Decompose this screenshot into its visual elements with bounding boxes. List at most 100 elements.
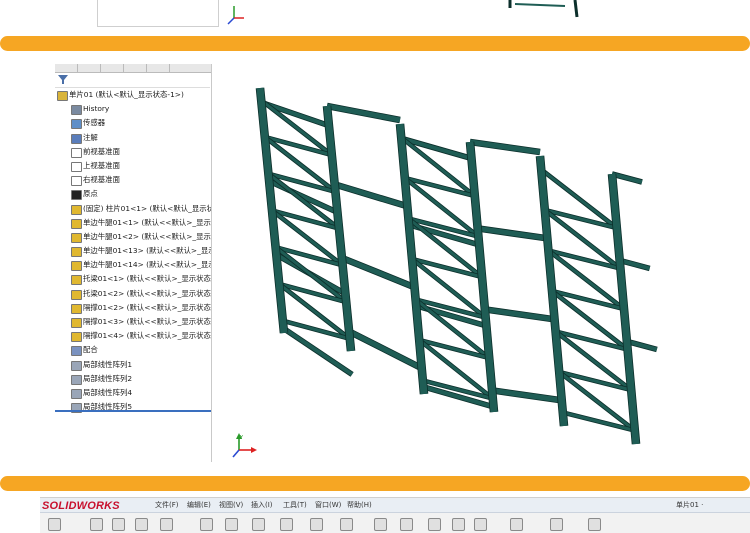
menu-help[interactable]: 帮助(H) [347,498,372,512]
panel-tab-bar [55,64,211,73]
tree-item[interactable]: 传感器 [55,116,211,130]
tree-item[interactable]: ▶局部线性阵列4 [55,386,211,400]
beam[interactable] [484,306,556,322]
beam[interactable] [469,139,541,155]
menu-window[interactable]: 窗口(W) [315,498,341,512]
pattern-icon [71,360,82,371]
component-icon [71,303,82,314]
display-tab[interactable] [147,64,170,72]
mate-icon [71,346,82,357]
menu-bar: SOLIDWORKS 文件(F) 编辑(E) 视图(V) 插入(I) 工具(T)… [40,498,750,513]
toolbar-command-icon[interactable] [90,518,103,531]
toolbar-command-icon[interactable] [310,518,323,531]
toolbar-command-icon[interactable] [48,518,61,531]
property-manager-tab[interactable] [78,64,101,72]
tree-item[interactable]: ▶注解 [55,131,211,145]
toolbar-command-icon[interactable] [400,518,413,531]
beam[interactable] [491,387,563,403]
tree-item[interactable]: ▶局部线性阵列2 [55,372,211,386]
shelving-rack-model[interactable] [215,64,708,462]
tree-item-label: 局部线性阵列4 [83,387,133,397]
toolbar-command-icon[interactable] [135,518,148,531]
tree-item[interactable]: 原点 [55,187,211,201]
plane-icon [71,147,82,158]
toolbar-command-icon[interactable] [510,518,523,531]
toolbar-command-icon[interactable] [280,518,293,531]
menu-file[interactable]: 文件(F) [155,498,179,512]
component-icon [71,247,82,258]
menu-tools[interactable]: 工具(T) [283,498,307,512]
tree-item[interactable]: ▶隔撑01<3> (默认<<默认>_显示状态 [55,315,211,329]
menu-view[interactable]: 视图(V) [219,498,243,512]
component-icon [71,218,82,229]
tree-item[interactable]: 前视基准面 [55,145,211,159]
dimxpert-tab[interactable] [124,64,147,72]
toolbar-command-icon[interactable] [160,518,173,531]
toolbar-command-icon[interactable] [340,518,353,531]
tree-filter-bar[interactable] [55,73,210,88]
beam[interactable] [326,103,401,123]
tree-item-label: 传感器 [83,118,106,128]
menu-edit[interactable]: 编辑(E) [187,498,211,512]
tree-item[interactable]: ▶托梁01<1> (默认<<默认>_显示状态 [55,272,211,286]
command-toolbar: SOLIDWORKS 文件(F) 编辑(E) 视图(V) 插入(I) 工具(T)… [40,497,750,533]
part-icon [57,91,68,101]
tree-item[interactable]: ▶单边牛腿01<1> (默认<<默认>_显示状 [55,216,211,230]
tree-item[interactable]: ▶单边牛腿01<2> (默认<<默认>_显示状 [55,230,211,244]
toolbar-command-icon[interactable] [452,518,465,531]
tree-item-label: 上视基准面 [83,160,120,170]
component-icon [71,289,82,300]
separator-band-top [0,36,750,51]
tree-item[interactable]: ▶局部线性阵列1 [55,358,211,372]
origin-icon [71,190,82,201]
toolbar-command-icon[interactable] [374,518,387,531]
beam[interactable] [477,225,549,241]
tree-item[interactable]: 单片01 (默认<默认_显示状态-1>) [55,88,211,102]
tree-item[interactable]: ▶隔撑01<4> (默认<<默认>_显示状态 [55,329,211,343]
toolbar-command-icon[interactable] [474,518,487,531]
tree-item[interactable]: ▶局部线性阵列5 [55,400,211,414]
separator-band-bottom [0,476,750,491]
toolbar-command-icon[interactable] [428,518,441,531]
toolbar-command-icon[interactable] [252,518,265,531]
beam[interactable] [333,182,409,209]
tree-item-label: 原点 [83,189,98,199]
tree-item[interactable]: ▶(固定) 柱片01<1> (默认<默认_显示状 [55,202,211,216]
toolbar-command-icon[interactable] [588,518,601,531]
component-icon [71,332,82,343]
menu-insert[interactable]: 插入(I) [251,498,273,512]
tree-item[interactable]: ▶单边牛腿01<14> (默认<<默认>_显示 [55,258,211,272]
tree-item[interactable]: 右视基准面 [55,173,211,187]
sensor-icon [71,119,82,130]
tree-item-label: 局部线性阵列5 [83,402,133,412]
tree-item[interactable]: ▶隔撑01<2> (默认<<默认>_显示状态 [55,301,211,315]
tree-item-label: 单边牛腿01<13> (默认<<默认>_显示 [83,246,212,256]
beam[interactable] [399,136,471,160]
tree-item-label: 单片01 (默认<默认_显示状态-1>) [69,90,184,99]
toolbar-command-icon[interactable] [225,518,238,531]
tree-item-label: 前视基准面 [83,146,120,156]
toolbar-command-icon[interactable] [550,518,563,531]
toolbar-command-icon[interactable] [200,518,213,531]
annotation-icon [71,133,82,144]
tree-item[interactable]: ▶托梁01<2> (默认<<默认>_显示状态 [55,287,211,301]
configuration-tab[interactable] [101,64,124,72]
panel-splitter[interactable] [55,410,211,412]
axis-triad-icon: Y [232,433,257,458]
beam[interactable] [347,329,424,371]
tree-item[interactable]: ▶单边牛腿01<13> (默认<<默认>_显示 [55,244,211,258]
feature-tree-tab[interactable] [55,64,78,72]
toolbar-command-icon[interactable] [112,518,125,531]
funnel-icon[interactable] [57,74,71,86]
tree-item[interactable]: 上视基准面 [55,159,211,173]
graphics-viewport[interactable]: Y [215,64,708,462]
tree-item[interactable]: ▶配合 [55,343,211,357]
beam[interactable] [340,255,416,290]
plane-icon [71,176,82,187]
tree-item[interactable]: ▶History [55,102,211,116]
tree-item-label: 单边牛腿01<2> (默认<<默认>_显示状 [83,231,212,241]
tree-item-label: 隔撑01<2> (默认<<默认>_显示状态 [83,302,211,312]
tree-item-label: History [83,104,110,114]
pattern-icon [71,388,82,399]
component-icon [71,204,82,215]
